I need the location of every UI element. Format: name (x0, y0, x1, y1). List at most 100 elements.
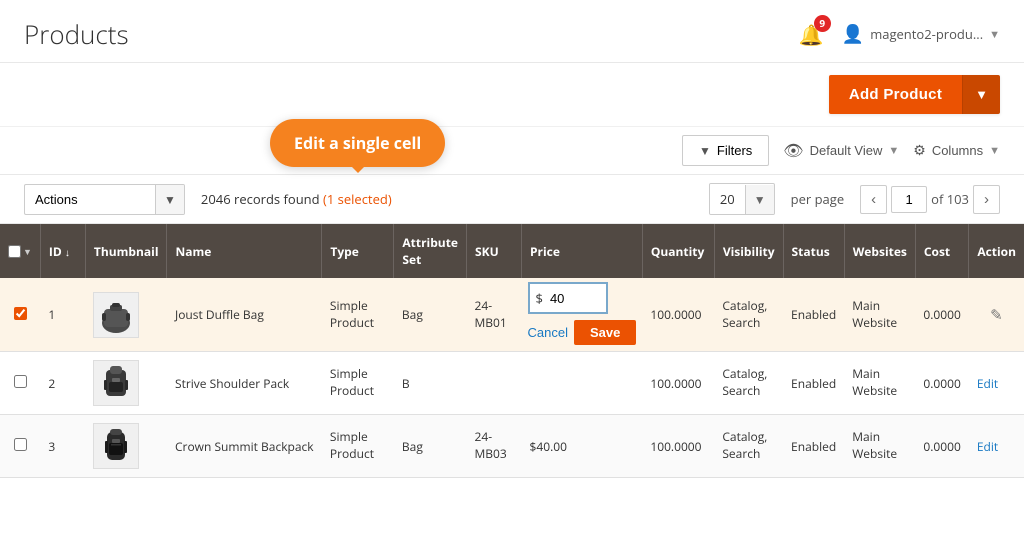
row2-type: SimpleProduct (322, 352, 394, 415)
page-input[interactable] (891, 186, 927, 213)
th-id-label: ID (49, 243, 62, 260)
filters-button[interactable]: ▼ Filters (682, 135, 769, 166)
add-product-dropdown-arrow: ▼ (975, 87, 988, 102)
row1-checkbox-cell (0, 278, 40, 352)
columns-label: Columns (932, 143, 983, 158)
add-btn-group: Add Product ▼ (829, 75, 1000, 114)
thumbnail-image (93, 292, 139, 338)
currency-symbol: $ (530, 284, 546, 312)
actions-select[interactable]: Actions (25, 186, 155, 213)
total-pages: of 103 (931, 190, 969, 208)
row3-attribute-set: Bag (394, 415, 467, 478)
row3-action: Edit (969, 415, 1024, 478)
pagination: ‹ of 103 › (860, 185, 1000, 214)
th-action: Action (969, 224, 1024, 278)
inline-save-button[interactable]: Save (574, 320, 636, 345)
per-page-dropdown[interactable]: ▼ (745, 185, 774, 214)
page-header: Products 🔔 9 👤 magento2-produ... ▼ (0, 0, 1024, 63)
actions-select-wrap: Actions ▼ (24, 184, 185, 215)
th-thumbnail: Thumbnail (85, 224, 167, 278)
prev-page-button[interactable]: ‹ (860, 185, 887, 214)
th-quantity: Quantity (642, 224, 714, 278)
row2-action: Edit (969, 352, 1024, 415)
row3-checkbox-cell (0, 415, 40, 478)
columns-button[interactable]: ⚙ Columns ▼ (913, 142, 1000, 159)
select-all-checkbox[interactable] (8, 245, 21, 258)
view-label: Default View (810, 143, 883, 158)
header-right: 🔔 9 👤 magento2-produ... ▼ (799, 21, 1000, 48)
bag-svg (96, 295, 136, 335)
records-info: 2046 records found (1 selected) (201, 190, 693, 208)
actions-bar: Actions ▼ 2046 records found (1 selected… (0, 175, 1024, 224)
row2-cost: 0.0000 (915, 352, 968, 415)
row3-sku: 24-MB03 (467, 415, 522, 478)
filters-label: Filters (717, 143, 752, 158)
row3-price: $40.00 (522, 415, 643, 478)
gear-icon: ⚙ (913, 142, 926, 159)
add-product-button[interactable]: Add Product (829, 75, 962, 114)
eye-icon: 👁 (783, 141, 803, 161)
row1-checkbox[interactable] (14, 307, 27, 320)
row3-edit-link[interactable]: Edit (977, 438, 998, 455)
notification-badge: 9 (814, 15, 831, 32)
th-price: Price (522, 224, 643, 278)
actions-arrow: ▼ (155, 185, 184, 214)
view-arrow: ▼ (888, 145, 899, 157)
row2-visibility: Catalog,Search (714, 352, 783, 415)
row1-status: Enabled (783, 278, 844, 352)
thumbnail-image (93, 423, 139, 469)
table-row: 1 Joust Duffle Bag (0, 278, 1024, 352)
th-type: Type (322, 224, 394, 278)
inline-cancel-button[interactable]: Cancel (528, 325, 568, 340)
thumbnail-image (93, 360, 139, 406)
inline-price-input-wrap: $ (528, 282, 608, 314)
table-row: 3 Crown Summit Backpa (0, 415, 1024, 478)
th-name: Name (167, 224, 322, 278)
th-visibility: Visibility (714, 224, 783, 278)
price-inline-input[interactable] (546, 286, 596, 311)
view-button[interactable]: 👁 Default View ▼ (783, 141, 899, 161)
th-attribute-set: Attribute Set (394, 224, 467, 278)
th-websites: Websites (844, 224, 915, 278)
user-icon: 👤 (842, 22, 864, 46)
th-sku: SKU (467, 224, 522, 278)
edit-pencil-icon[interactable]: ✎ (990, 305, 1003, 325)
inline-edit-buttons: Cancel Save (528, 314, 637, 347)
row2-websites: MainWebsite (844, 352, 915, 415)
row1-sku: 24-MB01 (467, 278, 522, 352)
pack-svg (97, 364, 135, 402)
row3-cost: 0.0000 (915, 415, 968, 478)
row1-price-cell: $ Cancel Save (522, 278, 643, 352)
row3-quantity: 100.0000 (642, 415, 714, 478)
row1-visibility: Catalog,Search (714, 278, 783, 352)
row1-thumbnail (85, 278, 167, 352)
table-row: 2 Strive Shoulder Pack Simpl (0, 352, 1024, 415)
row2-checkbox[interactable] (14, 375, 27, 388)
row2-edit-link[interactable]: Edit (977, 375, 998, 392)
records-selected: (1 selected) (323, 190, 392, 208)
row1-id: 1 (40, 278, 85, 352)
user-menu[interactable]: 👤 magento2-produ... ▼ (842, 22, 1000, 46)
notification-bell[interactable]: 🔔 9 (799, 21, 824, 48)
per-page-wrap: 20 ▼ (709, 183, 775, 215)
th-checkbox-arrow[interactable]: ▼ (23, 245, 32, 258)
row2-attribute-set: B (394, 352, 467, 415)
row2-price (522, 352, 643, 415)
product-table-wrap: ▼ ID ↓ Thumbnail Name Type Attribute Set… (0, 224, 1024, 478)
row3-checkbox[interactable] (14, 438, 27, 451)
add-product-toolbar: Add Product ▼ (0, 63, 1024, 127)
row3-id: 3 (40, 415, 85, 478)
row3-visibility: Catalog,Search (714, 415, 783, 478)
row1-cost: 0.0000 (915, 278, 968, 352)
row3-thumbnail (85, 415, 167, 478)
add-product-dropdown-button[interactable]: ▼ (962, 75, 1000, 114)
next-page-button[interactable]: › (973, 185, 1000, 214)
row1-name: Joust Duffle Bag (167, 278, 322, 352)
row2-status: Enabled (783, 352, 844, 415)
row3-status: Enabled (783, 415, 844, 478)
row2-checkbox-cell (0, 352, 40, 415)
user-name: magento2-produ... (870, 25, 983, 43)
row3-name: Crown Summit Backpack (167, 415, 322, 478)
row2-name: Strive Shoulder Pack (167, 352, 322, 415)
th-id-sort[interactable]: ↓ (65, 245, 70, 259)
